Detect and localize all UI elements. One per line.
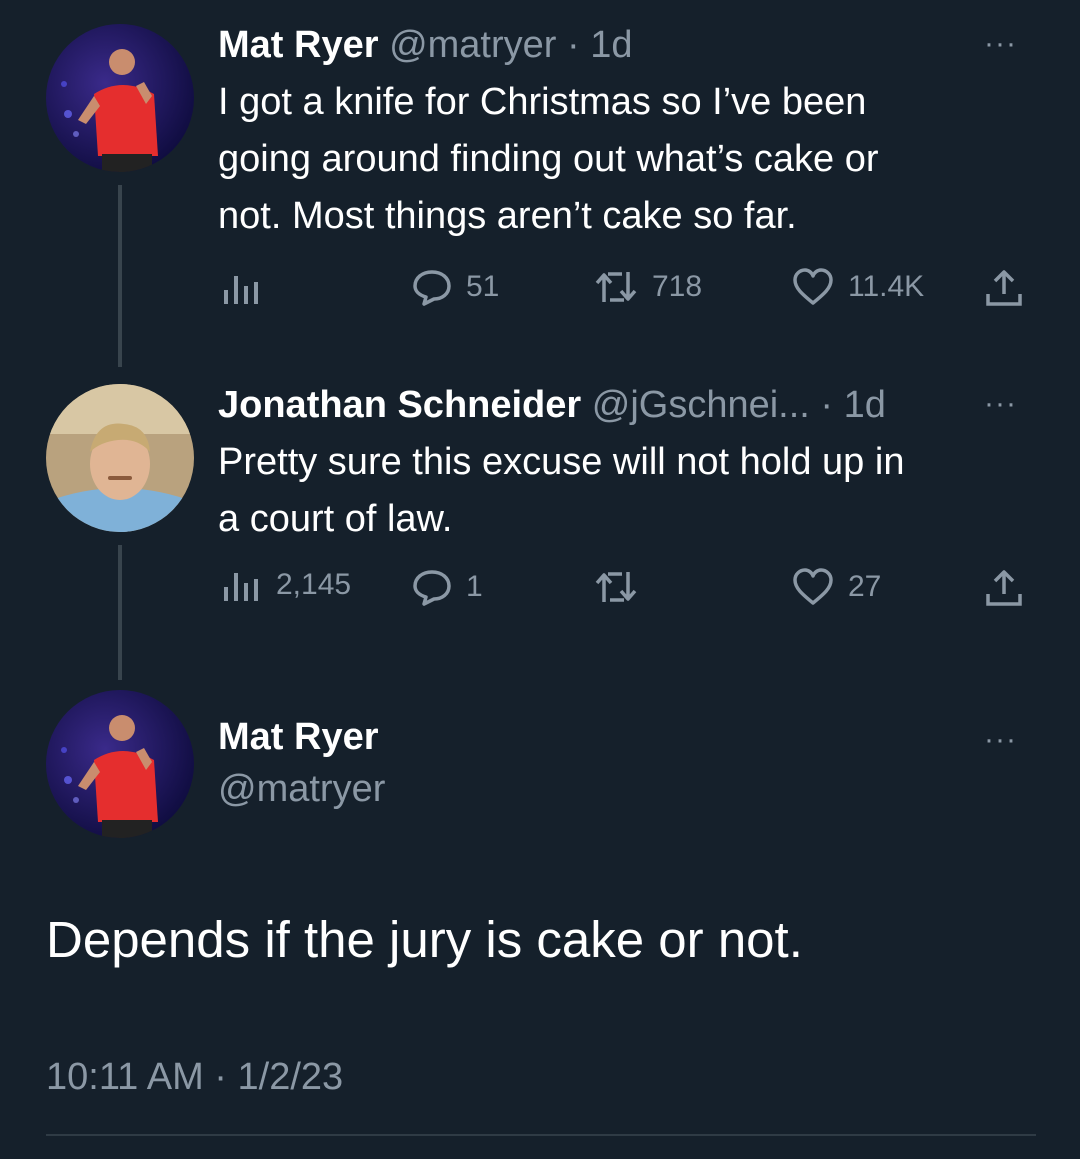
retweet-icon xyxy=(595,272,637,302)
author-handle[interactable]: @jGschnei... xyxy=(592,384,810,426)
share-button[interactable] xyxy=(984,268,1024,308)
retweet-icon xyxy=(595,572,637,602)
avatar[interactable] xyxy=(46,384,194,532)
reply-button[interactable]: 1 xyxy=(412,568,483,606)
tweet-text-line: going around finding out what’s cake or xyxy=(218,138,879,180)
retweet-button[interactable] xyxy=(594,568,638,606)
tweet-text: I got a knife for Christmas so I’ve been… xyxy=(218,74,1018,245)
like-count: 11.4K xyxy=(848,270,925,303)
analytics-button[interactable] xyxy=(222,272,262,304)
tweet-text: Depends if the jury is cake or not. xyxy=(46,911,803,968)
tweet-header: Mat Ryer @matryer · 1d xyxy=(218,24,632,67)
author-name[interactable]: Jonathan Schneider xyxy=(218,384,581,426)
tweet-header: Jonathan Schneider @jGschnei... · 1d xyxy=(218,384,886,427)
analytics-icon xyxy=(224,573,258,601)
tweet-time[interactable]: · 1d xyxy=(567,24,632,66)
retweet-count: 718 xyxy=(652,270,703,303)
retweet-button[interactable]: 718 xyxy=(594,268,702,306)
like-icon xyxy=(793,268,833,305)
reply-icon xyxy=(413,570,451,606)
tweet-text-line: I got a knife for Christmas so I’ve been xyxy=(218,81,867,123)
author-handle[interactable]: @matryer xyxy=(218,768,385,811)
tweet-text-line: Pretty sure this excuse will not hold up… xyxy=(218,441,905,483)
thread-line-2 xyxy=(118,545,122,680)
like-button[interactable]: 11.4K xyxy=(792,268,924,306)
reply-button[interactable]: 51 xyxy=(412,268,499,306)
tweet-text-line: not. Most things aren’t cake so far. xyxy=(218,195,797,237)
share-icon xyxy=(986,270,1022,306)
reply-icon xyxy=(413,270,451,306)
share-icon xyxy=(986,570,1022,606)
like-count: 27 xyxy=(848,570,882,603)
tweet-timestamp[interactable]: 10:11 AM · 1/2/23 xyxy=(46,1056,343,1099)
more-icon[interactable]: ··· xyxy=(984,725,1017,755)
divider xyxy=(46,1134,1036,1136)
view-count: 2,145 xyxy=(276,568,352,601)
reply-count: 51 xyxy=(466,270,500,303)
more-icon[interactable]: ··· xyxy=(984,29,1017,59)
like-button[interactable]: 27 xyxy=(792,568,881,606)
like-icon xyxy=(793,568,833,605)
reply-count: 1 xyxy=(466,570,483,603)
share-button[interactable] xyxy=(984,568,1024,608)
tweet-time[interactable]: · 1d xyxy=(820,384,885,426)
analytics-icon xyxy=(224,276,258,304)
author-name[interactable]: Mat Ryer xyxy=(218,716,379,759)
author-handle[interactable]: @matryer xyxy=(389,24,556,66)
analytics-button[interactable]: 2,145 xyxy=(222,568,351,602)
more-icon[interactable]: ··· xyxy=(984,389,1017,419)
tweet-text-line: a court of law. xyxy=(218,498,453,540)
avatar[interactable] xyxy=(46,24,194,172)
author-name[interactable]: Mat Ryer xyxy=(218,24,379,66)
tweet-text: Pretty sure this excuse will not hold up… xyxy=(218,434,1018,548)
thread-line-1 xyxy=(118,185,122,367)
avatar[interactable] xyxy=(46,690,194,838)
